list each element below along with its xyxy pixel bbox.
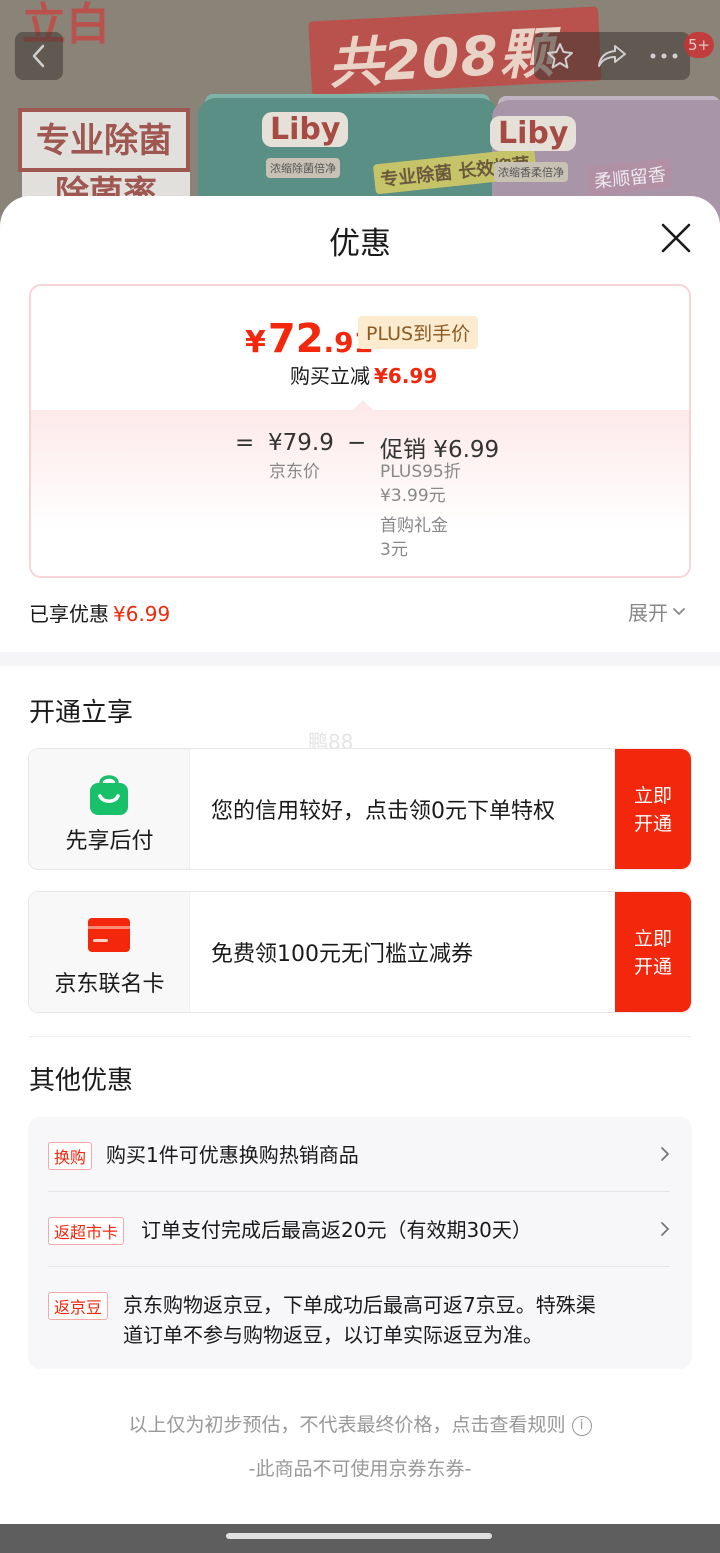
cta-line-2: 开通: [633, 813, 672, 835]
cta-line-1: 立即: [633, 785, 672, 807]
home-indicator[interactable]: [226, 1533, 492, 1539]
notification-badge: 5+: [684, 32, 715, 58]
jd-beans-tag: 返京豆: [48, 1292, 109, 1320]
co-branded-card-brand: 京东联名卡: [29, 892, 190, 1012]
plus-price-tag: PLUS到手价: [358, 316, 479, 349]
expand-button[interactable]: 展开: [628, 597, 686, 626]
list-item-supermarket-card[interactable]: 返超市卡 订单支付完成后最高返20元（有效期30天）: [48, 1217, 670, 1267]
list-item-jd-beans: 返京豆 京东购物返京豆，下单成功后最高可返7京豆。特殊渠 道订单不参与购物返豆，…: [48, 1292, 670, 1352]
co-branded-card-name: 京东联名卡: [54, 972, 165, 997]
other-offers-list: 换购 购买1件可优惠换购热销商品 返超市卡 订单支付完成后最高返20元（有效期3…: [28, 1117, 692, 1369]
buy-reduce-amount: ¥6.99: [374, 364, 438, 388]
star-icon[interactable]: [545, 41, 575, 71]
co-branded-card-desc: 免费领100元无门槛立减券: [211, 942, 473, 967]
share-icon[interactable]: [596, 42, 628, 70]
price-card-notch: [353, 400, 373, 410]
thin-divider: [29, 1036, 691, 1037]
buy-reduce-label: 购买立减: [290, 364, 370, 388]
cta-line-2: 开通: [633, 956, 672, 978]
list-item-trade-in[interactable]: 换购 购买1件可优惠换购热销商品: [48, 1142, 670, 1192]
enjoyed-label: 已享优惠: [29, 602, 109, 626]
jd-price: ¥79.9: [268, 430, 334, 456]
cta-line-1: 立即: [633, 928, 672, 950]
other-section-title: 其他优惠: [29, 1066, 134, 1096]
top-action-group: [534, 32, 690, 80]
rules-disclaimer[interactable]: 以上仅为初步预估，不代表最终价格，点击查看规则 i: [0, 1410, 720, 1437]
disclaimer-text: 以上仅为初步预估，不代表最终价格，点击查看规则: [128, 1414, 566, 1436]
row-divider: [48, 1266, 670, 1267]
jd-beans-text-line-1: 京东购物返京豆，下单成功后最高可返7京豆。特殊渠: [123, 1293, 596, 1317]
buy-reduce-line: 购买立减 ¥6.99: [290, 360, 437, 389]
section-divider: [0, 652, 720, 666]
minus-sign: −: [347, 430, 367, 456]
final-price: ¥ 72 .91: [245, 316, 373, 362]
enjoyed-discount: 已享优惠 ¥6.99: [29, 598, 170, 627]
close-icon[interactable]: [656, 218, 696, 258]
chevron-left-icon: [32, 44, 45, 68]
expand-label: 展开: [628, 601, 668, 625]
brand-logo-2: Liby: [490, 116, 577, 151]
promo-item-gift-value: 3元: [380, 540, 408, 560]
open-section-title: 开通立享: [29, 698, 134, 728]
info-icon: i: [571, 1415, 592, 1436]
enjoyed-amount: ¥6.99: [113, 602, 171, 626]
equals-sign: =: [235, 430, 255, 456]
co-branded-card-offer[interactable]: 京东联名卡 免费领100元无门槛立减券 立即 开通: [28, 891, 692, 1013]
promo-total: 促销 ¥6.99: [380, 437, 500, 463]
pay-later-offer[interactable]: 先享后付 您的信用较好，点击领0元下单特权 立即 开通: [28, 748, 692, 870]
feature-badge: 专业除菌: [18, 108, 190, 172]
discount-sheet: 优惠 ¥ 72 .91 PLUS到手价 购买立减 ¥6.99 = ¥79.9 京东…: [0, 196, 720, 1524]
pay-later-brand: 先享后付: [29, 749, 190, 869]
shopping-bag-icon: [90, 775, 128, 815]
promo-banner-text: 共208颗: [326, 21, 556, 96]
pay-later-name: 先享后付: [65, 829, 154, 854]
back-button[interactable]: [15, 32, 63, 80]
more-icon[interactable]: [649, 52, 679, 60]
product-sub-label-1: 浓缩除菌倍净: [266, 158, 340, 178]
currency-symbol: ¥: [245, 325, 266, 360]
row-divider: [48, 1191, 670, 1192]
no-coupon-note: -此商品不可使用京券东券-: [248, 1458, 472, 1480]
chevron-right-icon: [661, 1147, 670, 1161]
chevron-down-icon: [673, 607, 685, 615]
brand-logo-1: Liby: [262, 112, 349, 147]
co-branded-card-open-button[interactable]: 立即 开通: [615, 892, 691, 1012]
promo-item-gift-name: 首购礼金: [380, 516, 448, 536]
price-breakdown-card: ¥ 72 .91 PLUS到手价 购买立减 ¥6.99 = ¥79.9 京东价 −…: [29, 284, 691, 578]
sheet-title: 优惠: [329, 226, 391, 262]
price-integer: 72: [267, 316, 324, 362]
trade-in-tag: 换购: [48, 1142, 93, 1170]
promo-item-plus95-name: PLUS95折: [380, 462, 461, 482]
chevron-right-icon: [661, 1222, 670, 1236]
jd-beans-text-line-2: 道订单不参与购物返豆，以订单实际返豆为准。: [123, 1323, 543, 1347]
product-sub-label-2: 浓缩香柔倍净: [494, 162, 568, 182]
supermarket-card-text: 订单支付完成后最高返20元（有效期30天）: [141, 1218, 532, 1242]
pay-later-desc: 您的信用较好，点击领0元下单特权: [211, 799, 555, 824]
trade-in-text: 购买1件可优惠换购热销商品: [106, 1143, 359, 1167]
credit-card-icon: [88, 918, 130, 952]
promo-item-plus95-value: ¥3.99元: [380, 486, 446, 506]
supermarket-card-tag: 返超市卡: [48, 1217, 125, 1245]
jd-price-label: 京东价: [269, 462, 320, 482]
pay-later-open-button[interactable]: 立即 开通: [615, 749, 691, 869]
